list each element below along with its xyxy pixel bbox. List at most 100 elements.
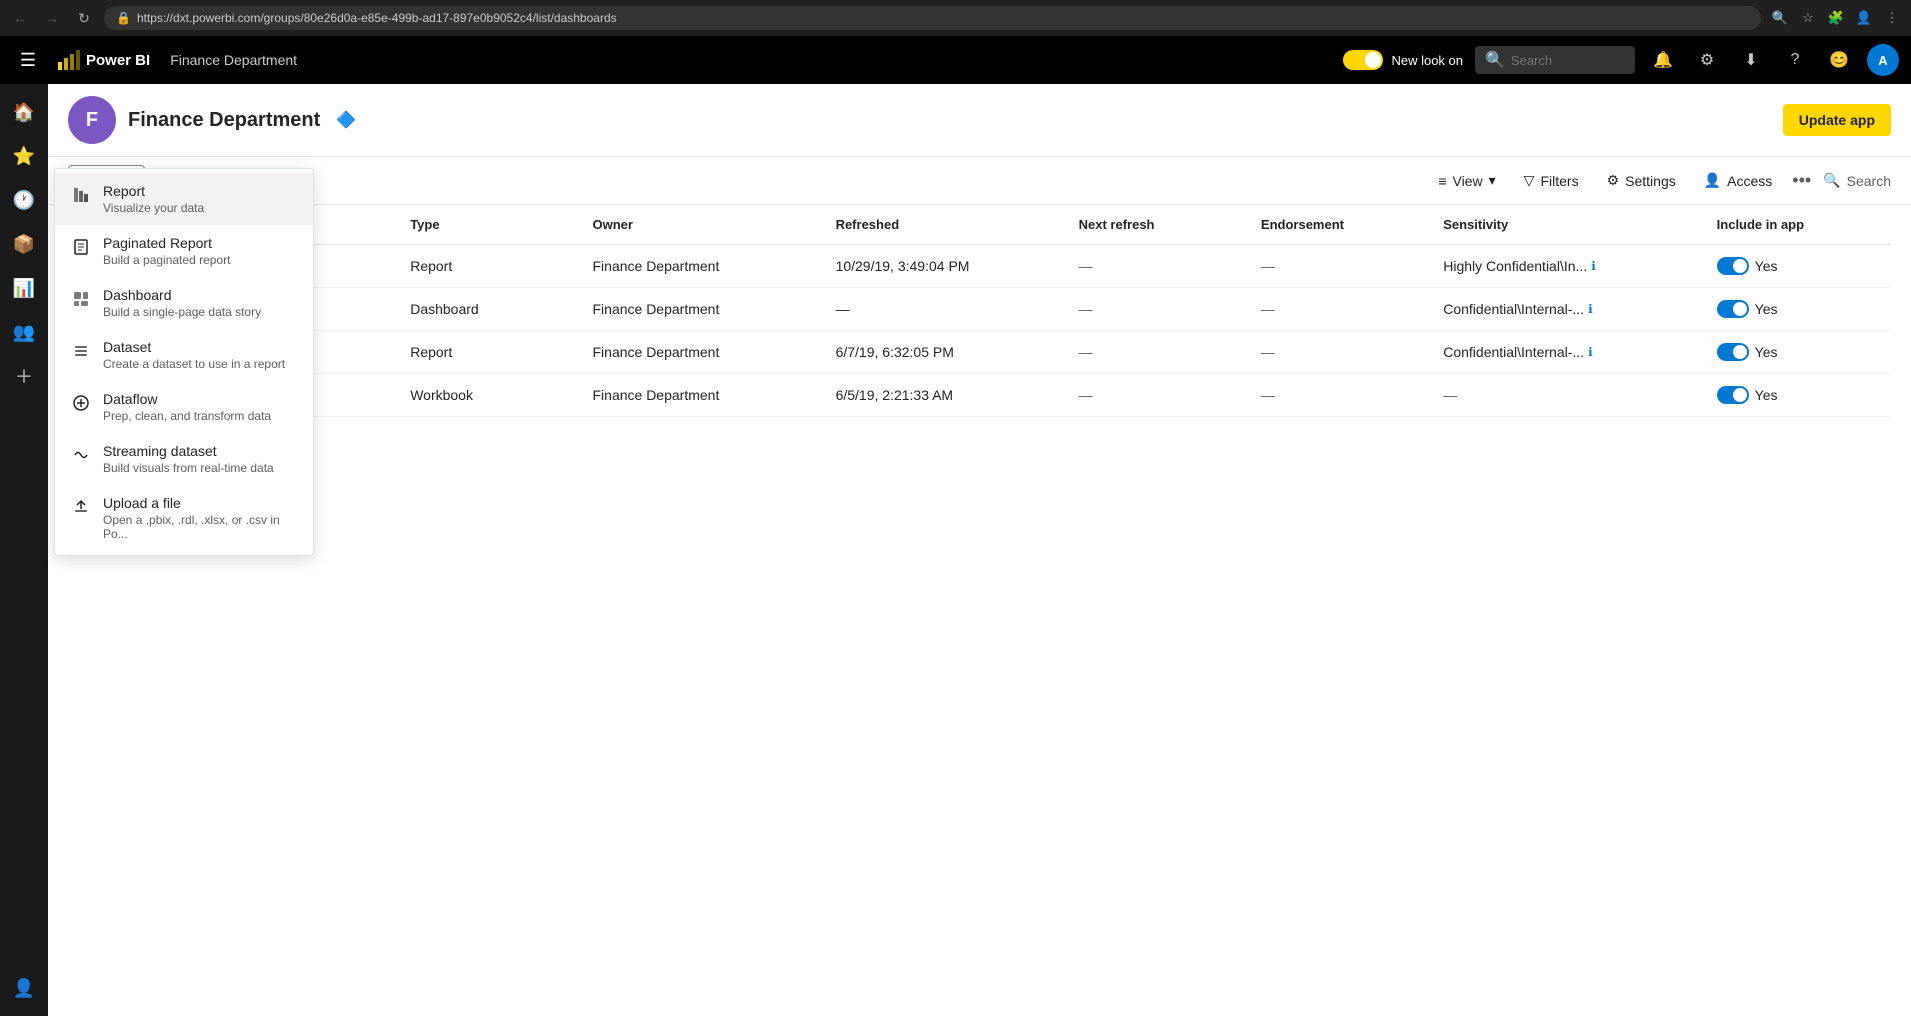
- col-header-owner: Owner: [585, 205, 828, 245]
- profile-button[interactable]: 👤: [1853, 7, 1875, 29]
- row-endorsement-3: —: [1253, 374, 1435, 417]
- row-endorsement-2: —: [1253, 331, 1435, 374]
- workspace-avatar: F: [68, 96, 116, 144]
- lock-icon: 🔒: [116, 11, 131, 25]
- address-bar[interactable]: 🔒 https://dxt.powerbi.com/groups/80e26d0…: [104, 6, 1761, 30]
- row-owner-2: Finance Department: [585, 331, 828, 374]
- col-header-sensitivity: Sensitivity: [1435, 205, 1708, 245]
- include-toggle-2[interactable]: [1717, 343, 1749, 361]
- view-icon: ≡: [1438, 173, 1446, 189]
- update-app-button[interactable]: Update app: [1783, 104, 1891, 136]
- view-button[interactable]: ≡ View ▾: [1430, 168, 1503, 193]
- col-header-include-in-app: Include in app: [1709, 205, 1891, 245]
- forward-button[interactable]: →: [40, 6, 64, 30]
- extensions-button[interactable]: 🧩: [1825, 7, 1847, 29]
- notifications-button[interactable]: 🔔: [1647, 44, 1679, 76]
- sidebar-favorites-button[interactable]: ⭐: [4, 136, 44, 176]
- search-toolbar-button[interactable]: 🔍 Search: [1823, 172, 1891, 189]
- row-type-1: Dashboard: [402, 288, 584, 331]
- include-toggle-1[interactable]: [1717, 300, 1749, 318]
- paginated-report-subtitle: Build a paginated report: [103, 253, 297, 267]
- col-header-next-refresh: Next refresh: [1071, 205, 1253, 245]
- sensitivity-text: Confidential\Internal-...: [1443, 301, 1584, 317]
- sidebar-recent-button[interactable]: 🕐: [4, 180, 44, 220]
- settings-toolbar-button[interactable]: ⚙ Settings: [1599, 168, 1684, 193]
- row-refreshed-3: 6/5/19, 2:21:33 AM: [828, 374, 1071, 417]
- sidebar-workspaces-button[interactable]: 👥: [4, 312, 44, 352]
- include-toggle-3[interactable]: [1717, 386, 1749, 404]
- access-label: Access: [1727, 173, 1772, 189]
- streaming-dataset-title: Streaming dataset: [103, 443, 297, 459]
- user-avatar[interactable]: A: [1867, 44, 1899, 76]
- row-endorsement-0: —: [1253, 245, 1435, 288]
- sensitivity-text: Confidential\Internal-...: [1443, 344, 1584, 360]
- row-include-1: Yes: [1709, 288, 1891, 331]
- filter-icon: ▽: [1524, 172, 1535, 189]
- row-include-0: Yes: [1709, 245, 1891, 288]
- settings-button[interactable]: ⚙: [1691, 44, 1723, 76]
- sensitivity-info-icon[interactable]: ℹ: [1591, 259, 1596, 273]
- reload-button[interactable]: ↻: [72, 6, 96, 30]
- app-header: ☰ Power BI Finance Department New look o…: [0, 36, 1911, 84]
- person-icon: 👤: [1704, 172, 1721, 189]
- table-container: Type Owner Refreshed Next refresh Endors…: [48, 205, 1911, 1016]
- sidebar-bottom-button[interactable]: 👤: [4, 968, 44, 1008]
- menu-item-streaming-dataset[interactable]: Streaming dataset Build visuals from rea…: [55, 433, 313, 485]
- filters-button[interactable]: ▽ Filters: [1516, 168, 1587, 193]
- powerbi-logo-icon: [56, 48, 80, 72]
- header-right: New look on 🔍 🔔 ⚙ ⬇ ? 😊 A: [1343, 44, 1899, 76]
- include-toggle-0[interactable]: [1717, 257, 1749, 275]
- content-area: F Finance Department 🔷 Update app + New …: [48, 84, 1911, 1016]
- table-row: Report Finance Department 10/29/19, 3:49…: [68, 245, 1891, 288]
- yes-label-1: Yes: [1755, 301, 1778, 317]
- bookmark-button[interactable]: ☆: [1797, 7, 1819, 29]
- download-button[interactable]: ⬇: [1735, 44, 1767, 76]
- report-subtitle: Visualize your data: [103, 201, 297, 215]
- new-look-switch[interactable]: [1343, 50, 1383, 70]
- new-look-toggle[interactable]: New look on: [1343, 50, 1463, 70]
- feedback-button[interactable]: 😊: [1823, 44, 1855, 76]
- row-type-2: Report: [402, 331, 584, 374]
- more-button[interactable]: ⋮: [1881, 7, 1903, 29]
- streaming-dataset-subtitle: Build visuals from real-time data: [103, 461, 297, 475]
- menu-item-report[interactable]: Report Visualize your data: [55, 173, 313, 225]
- header-search-input[interactable]: [1511, 53, 1625, 68]
- dashboard-icon: [71, 289, 91, 309]
- dataset-subtitle: Create a dataset to use in a report: [103, 357, 297, 371]
- dataflow-title: Dataflow: [103, 391, 297, 407]
- sidebar-create-button[interactable]: ＋: [4, 356, 44, 396]
- upload-file-icon: [71, 497, 91, 517]
- access-button[interactable]: 👤 Access: [1696, 168, 1781, 193]
- more-options-button[interactable]: •••: [1792, 170, 1811, 191]
- items-table: Type Owner Refreshed Next refresh Endors…: [68, 205, 1891, 417]
- menu-item-dataflow[interactable]: Dataflow Prep, clean, and transform data: [55, 381, 313, 433]
- paginated-report-icon: [71, 237, 91, 257]
- workspace-title-row: F Finance Department 🔷: [68, 96, 356, 144]
- help-button[interactable]: ?: [1779, 44, 1811, 76]
- search-icon: 🔍: [1485, 50, 1505, 70]
- row-next-refresh-1: —: [1071, 288, 1253, 331]
- menu-item-dataset[interactable]: Dataset Create a dataset to use in a rep…: [55, 329, 313, 381]
- sensitivity-info-icon[interactable]: ℹ: [1588, 345, 1593, 359]
- header-search-box[interactable]: 🔍: [1475, 46, 1635, 74]
- row-refreshed-0: 10/29/19, 3:49:04 PM: [828, 245, 1071, 288]
- sidebar-learn-button[interactable]: 📊: [4, 268, 44, 308]
- row-owner-0: Finance Department: [585, 245, 828, 288]
- menu-item-paginated-report[interactable]: Paginated Report Build a paginated repor…: [55, 225, 313, 277]
- zoom-button[interactable]: 🔍: [1769, 7, 1791, 29]
- hamburger-button[interactable]: ☰: [12, 44, 44, 76]
- yes-label-2: Yes: [1755, 344, 1778, 360]
- back-button[interactable]: ←: [8, 6, 32, 30]
- sidebar-home-button[interactable]: 🏠: [4, 92, 44, 132]
- menu-item-dashboard[interactable]: Dashboard Build a single-page data story: [55, 277, 313, 329]
- row-sensitivity-3: —: [1435, 374, 1708, 417]
- row-owner-1: Finance Department: [585, 288, 828, 331]
- sensitivity-info-icon[interactable]: ℹ: [1588, 302, 1593, 316]
- settings-icon: ⚙: [1607, 172, 1620, 189]
- settings-label: Settings: [1625, 173, 1676, 189]
- row-owner-3: Finance Department: [585, 374, 828, 417]
- powerbi-logo: Power BI: [56, 48, 150, 72]
- view-label: View: [1453, 173, 1483, 189]
- menu-item-upload-file[interactable]: Upload a file Open a .pbix, .rdl, .xlsx,…: [55, 485, 313, 551]
- sidebar-apps-button[interactable]: 📦: [4, 224, 44, 264]
